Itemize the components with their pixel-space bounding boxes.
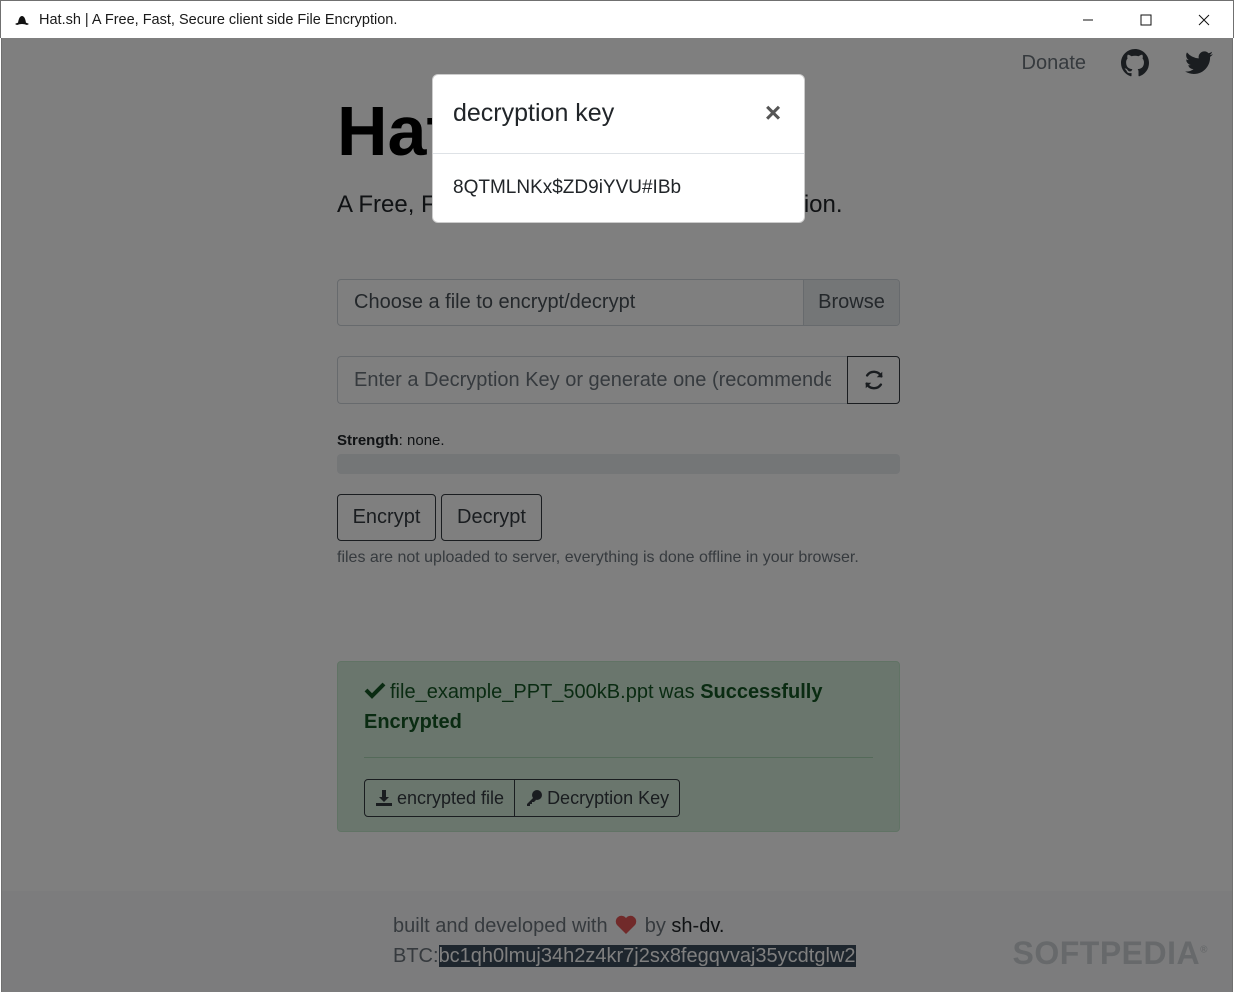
maximize-button[interactable] bbox=[1117, 1, 1175, 38]
modal-close-icon[interactable]: × bbox=[762, 99, 784, 127]
maximize-icon bbox=[1140, 14, 1152, 25]
minimize-icon bbox=[1083, 19, 1093, 20]
window-controls bbox=[1059, 1, 1233, 38]
close-icon bbox=[1198, 14, 1210, 25]
modal-title: decryption key bbox=[453, 99, 615, 127]
decryption-key-value: 8QTMLNKx$ZD9iYVU#IBb bbox=[453, 177, 682, 198]
decryption-key-modal: decryption key × 8QTMLNKx$ZD9iYVU#IBb bbox=[432, 74, 805, 223]
window-title: Hat.sh | A Free, Fast, Secure client sid… bbox=[39, 11, 398, 28]
window-titlebar: Hat.sh | A Free, Fast, Secure client sid… bbox=[0, 0, 1234, 38]
modal-header: decryption key × bbox=[433, 75, 804, 154]
page: Donate Hat.sh A Free, Fast, Secure clien… bbox=[1, 38, 1233, 992]
hat-icon bbox=[13, 11, 31, 29]
minimize-button[interactable] bbox=[1059, 1, 1117, 38]
close-window-button[interactable] bbox=[1175, 1, 1233, 38]
